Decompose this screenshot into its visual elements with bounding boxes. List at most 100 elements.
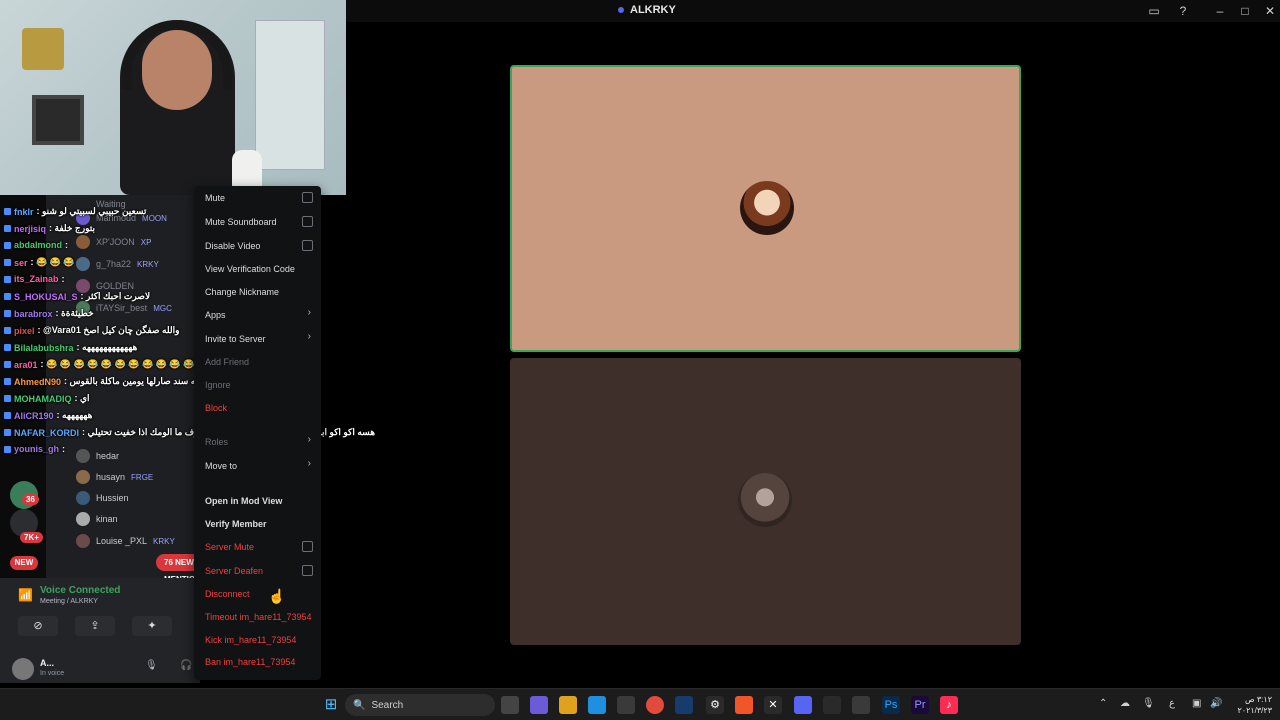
volume-icon[interactable]: 🔊 <box>1210 698 1222 709</box>
network-icon[interactable]: ▣ <box>1192 698 1201 709</box>
user-name[interactable]: A... <box>40 658 54 668</box>
checkbox[interactable] <box>302 216 313 227</box>
menu-item-mute-soundboard[interactable]: Mute Soundboard <box>205 214 315 230</box>
webcam-overlay <box>0 0 346 195</box>
discord-icon[interactable] <box>794 696 812 714</box>
microphone-icon[interactable]: 🎙 <box>145 660 158 671</box>
minimize-button[interactable]: – <box>1212 3 1228 19</box>
new-badge[interactable]: NEW <box>10 556 38 570</box>
screen-share-button[interactable]: ⇪ <box>75 616 115 636</box>
checkbox[interactable] <box>302 565 313 576</box>
chat-username: abdalmond <box>14 240 63 250</box>
voice-channel-path[interactable]: Meeting / ALKRKY <box>40 598 98 605</box>
menu-item-mute[interactable]: Mute <box>205 190 315 206</box>
menu-item-invite[interactable]: Invite to Server › <box>205 331 315 347</box>
menu-item-kick[interactable]: Kick im_hare11_73954 <box>205 632 315 648</box>
chat-message: S_HOKUSAI_S: لاصرت احبك اكثر <box>4 291 150 302</box>
menu-item-open-mod-view[interactable]: Open in Mod View <box>205 493 315 509</box>
signal-icon[interactable]: 📶 <box>18 588 33 602</box>
menu-label: Invite to Server <box>205 334 266 344</box>
avatar[interactable] <box>12 658 34 680</box>
avatar <box>76 491 90 505</box>
menu-label: Roles <box>205 437 229 447</box>
video-tile-speaking[interactable] <box>510 65 1021 352</box>
brave-icon[interactable] <box>735 696 753 714</box>
tiktok-icon[interactable]: ♪ <box>940 696 958 714</box>
photoshop-icon[interactable]: Ps <box>882 696 900 714</box>
start-icon[interactable]: ⊞ <box>322 696 340 714</box>
capture-icon[interactable] <box>852 696 870 714</box>
chat-message: MOHAMADIQ: اي <box>4 393 90 404</box>
menu-item-disable-video[interactable]: Disable Video <box>205 238 315 254</box>
menu-item-block[interactable]: Block <box>205 400 315 416</box>
chat-text: : 😂 😂 😂 <box>30 257 75 267</box>
badge-icon <box>4 241 11 249</box>
camera-off-button[interactable]: ⊘ <box>18 616 58 636</box>
tray-chevron-icon[interactable]: ⌃ <box>1099 698 1107 709</box>
chat-text: : تسعين حبيبي لسبيتي لو شنو <box>36 206 147 216</box>
menu-item-move-to[interactable]: Move to › <box>205 458 315 474</box>
badge-icon <box>4 361 11 368</box>
app-icon <box>618 7 624 13</box>
clock[interactable]: ٣:١٢ ص ٢٠٢١/٣/٢٣ <box>1237 694 1272 716</box>
steam-icon[interactable] <box>675 696 693 714</box>
premiere-icon[interactable]: Pr <box>911 696 929 714</box>
chat-text: : بتورج خلفة <box>49 223 95 233</box>
checkbox[interactable] <box>302 541 313 552</box>
obs-icon[interactable] <box>823 696 841 714</box>
help-icon[interactable]: ? <box>1175 3 1191 19</box>
menu-label: Add Friend <box>205 357 250 367</box>
menu-item-ban[interactable]: Ban im_hare11_73954 <box>205 654 315 670</box>
settings-icon[interactable]: ⚙ <box>706 696 724 714</box>
menu-item-verify-member[interactable]: Verify Member <box>205 516 315 532</box>
store-icon[interactable] <box>617 696 635 714</box>
menu-item-timeout[interactable]: Timeout im_hare11_73954 <box>205 609 315 625</box>
menu-label: Move to <box>205 461 238 471</box>
member-item[interactable]: husayn FRGE <box>76 468 153 486</box>
taskbar: ⊞ 🔍 Search ⚙ ✕ Ps Pr ♪ ⌃ ☁ 🎙 ع ▣ 🔊 ٣:١٢ … <box>0 688 1280 720</box>
menu-item-disconnect[interactable]: Disconnect <box>205 586 315 602</box>
voice-panel: 📶 Voice Connected Meeting / ALKRKY ⊘ ⇪ ✦… <box>0 578 200 683</box>
menu-item-roles[interactable]: Roles › <box>205 434 315 450</box>
member-item[interactable]: Louise _PXL KRKY <box>76 532 175 550</box>
checkbox[interactable] <box>302 240 313 251</box>
avatar <box>76 470 90 484</box>
close-button[interactable]: ✕ <box>1262 3 1278 19</box>
menu-label: Verify Member <box>205 519 267 529</box>
member-item[interactable]: Hussien <box>76 489 129 507</box>
language-indicator[interactable]: ع <box>1169 698 1175 709</box>
badge-icon <box>4 293 11 300</box>
screen-share-icon[interactable]: ▭ <box>1146 3 1162 19</box>
menu-item-ignore[interactable]: Ignore <box>205 377 315 393</box>
chat-message: nerjisiq: بتورج خلفة <box>4 223 95 234</box>
server-badge: 36 <box>22 494 39 505</box>
video-tile[interactable] <box>510 358 1021 645</box>
taskbar-search[interactable]: 🔍 Search <box>345 694 495 716</box>
checkbox[interactable] <box>302 192 313 203</box>
menu-item-server-mute[interactable]: Server Mute <box>205 539 315 555</box>
menu-item-apps[interactable]: Apps › <box>205 307 315 323</box>
file-explorer-icon[interactable] <box>559 696 577 714</box>
badge-icon <box>4 429 11 436</box>
member-item[interactable]: kinan <box>76 510 118 528</box>
menu-item-add-friend[interactable]: Add Friend <box>205 354 315 370</box>
edge-icon[interactable] <box>588 696 606 714</box>
maximize-button[interactable]: □ <box>1237 3 1253 19</box>
voice-connected-label[interactable]: Voice Connected <box>40 585 120 596</box>
task-view-icon[interactable] <box>501 696 519 714</box>
x-icon[interactable]: ✕ <box>764 696 782 714</box>
chat-text: : ههههههههههههه <box>76 342 138 352</box>
cloud-icon[interactable]: ☁ <box>1120 698 1130 709</box>
activities-button[interactable]: ✦ <box>132 616 172 636</box>
chrome-icon[interactable] <box>646 696 664 714</box>
badge-icon <box>4 327 11 334</box>
copilot-icon[interactable] <box>530 696 548 714</box>
menu-item-server-deafen[interactable]: Server Deafen <box>205 563 315 579</box>
menu-label: Disconnect <box>205 589 250 599</box>
menu-item-view-verification-code[interactable]: View Verification Code <box>205 261 315 277</box>
menu-item-change-nickname[interactable]: Change Nickname <box>205 284 315 300</box>
microphone-tray-icon[interactable]: 🎙 <box>1142 698 1155 709</box>
headphones-icon[interactable]: 🎧 <box>180 660 192 671</box>
menu-label: Ignore <box>205 380 231 390</box>
chat-message: pixel: @Vara01 والله صفگن چان كيل اصخ <box>4 325 179 336</box>
